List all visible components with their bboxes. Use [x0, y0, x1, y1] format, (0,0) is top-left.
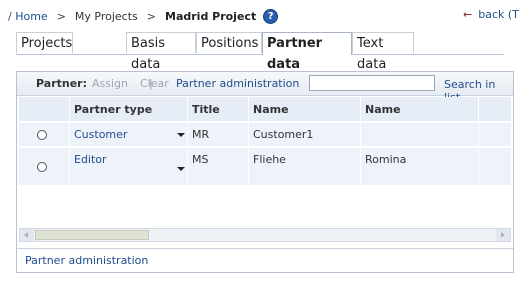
breadcrumb-current: Madrid Project — [165, 9, 257, 23]
help-icon[interactable]: ? — [263, 8, 279, 24]
tab-partner-data[interactable]: Partner data — [262, 32, 352, 72]
horizontal-scrollbar[interactable] — [19, 228, 511, 242]
name-cell: Fliehe — [253, 153, 286, 166]
title-cell: MS — [192, 153, 209, 166]
tab-basis-data[interactable]: Basis data — [126, 32, 196, 72]
footer-partner-administration-link[interactable]: Partner administration — [25, 254, 148, 267]
tab-text-data[interactable]: Text data — [352, 32, 414, 72]
title-cell: MR — [192, 128, 210, 141]
column-divider — [187, 97, 188, 185]
column-header-title[interactable]: Title — [192, 103, 220, 116]
tab-projects[interactable]: Projects — [16, 32, 73, 53]
back-label: back (T — [478, 8, 519, 21]
row-select-radio[interactable] — [37, 162, 47, 172]
breadcrumb-projects-link[interactable]: My Projects — [75, 10, 138, 23]
breadcrumb-home-link[interactable]: / Home — [8, 10, 48, 23]
column-divider — [360, 97, 361, 185]
partner-toolbar: Partner: Assign | Clear Partner administ… — [17, 72, 513, 104]
assign-button[interactable]: Assign — [92, 77, 128, 90]
column-divider — [478, 97, 479, 185]
table-row[interactable]: Editor MS Fliehe Romina — [19, 148, 511, 185]
partner-type-select[interactable]: Customer — [74, 128, 127, 141]
partner-type-select[interactable]: Editor — [74, 153, 107, 166]
chevron-down-icon[interactable] — [177, 167, 185, 171]
column-divider — [69, 97, 70, 185]
footer-divider — [17, 248, 513, 249]
back-link[interactable]: ← back (T — [463, 8, 519, 21]
scroll-left-icon[interactable] — [20, 229, 34, 241]
table-row[interactable]: Customer MR Customer1 — [19, 123, 511, 146]
partner-panel: Partner: Assign | Clear Partner administ… — [16, 71, 514, 273]
column-header-name-2[interactable]: Name — [365, 103, 401, 116]
breadcrumb: / Home > My Projects > Madrid Project ? — [8, 8, 279, 24]
back-arrow-icon: ← — [463, 8, 473, 21]
row-select-radio[interactable] — [37, 130, 47, 140]
column-divider — [248, 97, 249, 185]
partner-administration-link[interactable]: Partner administration — [176, 77, 299, 90]
breadcrumb-separator: > — [56, 9, 66, 23]
tab-positions[interactable]: Positions — [196, 32, 262, 53]
breadcrumb-separator: > — [146, 9, 156, 23]
clear-button[interactable]: Clear — [140, 77, 169, 90]
name-cell: Customer1 — [253, 128, 314, 141]
chevron-down-icon[interactable] — [177, 133, 185, 137]
column-header-partner-type[interactable]: Partner type — [74, 103, 152, 116]
scrollbar-thumb[interactable] — [35, 230, 149, 240]
toolbar-label: Partner: — [36, 77, 87, 90]
name2-cell: Romina — [365, 153, 407, 166]
scroll-right-icon[interactable] — [496, 229, 510, 241]
search-input[interactable] — [309, 75, 435, 91]
column-header-name[interactable]: Name — [253, 103, 289, 116]
table-header: Partner type Title Name Name — [19, 97, 511, 121]
tab-bar: Projects Basis data Positions Partner da… — [16, 32, 504, 72]
